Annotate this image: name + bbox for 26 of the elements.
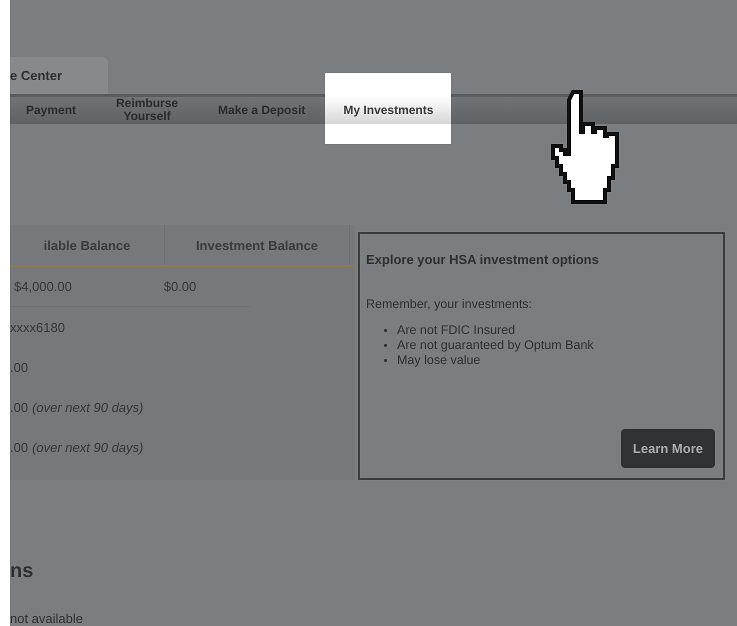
- table-cell-text: $0.00: [162, 278, 198, 296]
- section-text: not available: [10, 611, 84, 626]
- column-header: Investment Balance: [165, 225, 350, 265]
- value-note: (over next 90 days): [32, 440, 144, 454]
- account-value: xxxx6180: [10, 320, 65, 334]
- account-value: .00: [10, 360, 28, 374]
- account-value: .00: [10, 400, 28, 414]
- nav-tab[interactable]: My Investments: [325, 97, 452, 124]
- bullet-icon: [384, 344, 387, 346]
- info-title: Explore your HSA investment options: [366, 252, 600, 267]
- value-note: (over next 90 days): [32, 400, 144, 414]
- learn-more-button[interactable]: Learn More: [620, 429, 715, 468]
- top-tab[interactable]: e Center: [10, 57, 108, 94]
- column-header: ilable Balance: [10, 225, 165, 265]
- account-value: .00: [10, 440, 28, 454]
- bullet-icon: [384, 358, 387, 362]
- section-heading: ns: [10, 560, 34, 583]
- bullet-text: Are not FDIC Insured: [397, 323, 516, 337]
- bullet-text: May lose value: [397, 353, 480, 367]
- nav-tab[interactable]: Make a Deposit: [202, 97, 322, 124]
- info-intro: Remember, your investments:: [366, 297, 534, 311]
- table-cell-text: $4,000.00: [13, 278, 73, 296]
- nav-tab[interactable]: Reimburse Yourself: [92, 97, 202, 124]
- bullet-text: Are not guaranteed by Optum Bank: [397, 338, 594, 352]
- nav-tab[interactable]: Payment: [10, 97, 92, 124]
- bullet-icon: [384, 328, 387, 332]
